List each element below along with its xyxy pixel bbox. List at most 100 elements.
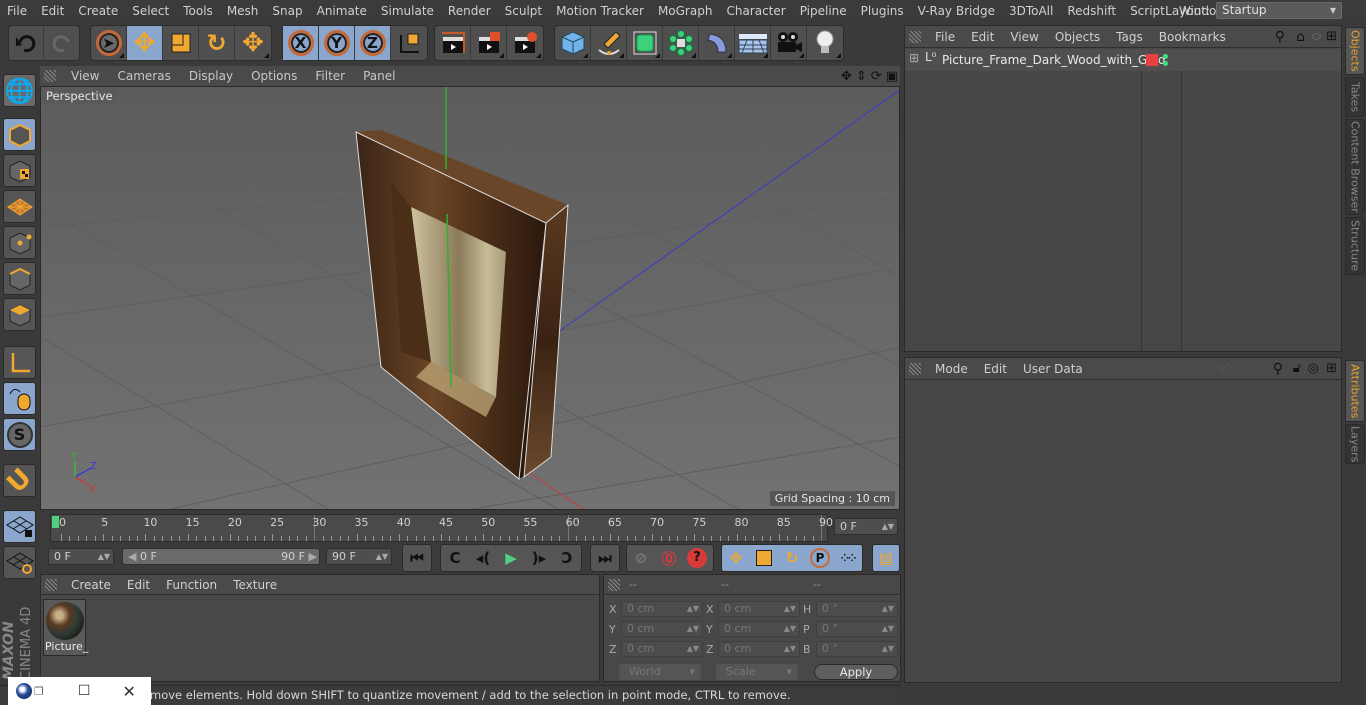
live-selection-button[interactable]: ➤ bbox=[91, 26, 127, 60]
autokeying-button[interactable]: ⓪ bbox=[655, 545, 683, 571]
polygons-mode-button[interactable] bbox=[3, 298, 36, 331]
editor-visibility-dot[interactable] bbox=[1163, 54, 1168, 59]
menu-snap[interactable]: Snap bbox=[265, 4, 309, 18]
bend-deformer-button[interactable] bbox=[699, 26, 735, 60]
target-icon[interactable]: ◎ bbox=[1308, 361, 1319, 376]
rotation-track-button[interactable]: ↻ bbox=[778, 545, 806, 571]
texture-mode-button[interactable] bbox=[3, 154, 36, 187]
render-visibility-dot[interactable] bbox=[1163, 61, 1168, 66]
spinner-icon[interactable]: ▲▼ bbox=[687, 602, 699, 616]
tweak-mode-button[interactable] bbox=[3, 382, 36, 415]
render-picture-viewer-button[interactable] bbox=[471, 26, 507, 60]
dolly-icon[interactable]: ⇕ bbox=[856, 69, 867, 84]
spinner-icon[interactable]: ▲▼ bbox=[376, 549, 388, 564]
panel-grip[interactable] bbox=[608, 578, 620, 591]
material-menu-create[interactable]: Create bbox=[63, 578, 119, 592]
tab-objects[interactable]: Objects bbox=[1345, 27, 1365, 75]
position-track-button[interactable]: ✥ bbox=[722, 545, 750, 571]
floor-button[interactable] bbox=[735, 26, 771, 60]
object-row[interactable]: ⊞ L⁰ Picture_Frame_Dark_Wood_with_Gold bbox=[905, 49, 1341, 71]
size-mode-dropdown[interactable]: Scale bbox=[716, 664, 798, 680]
light-button[interactable] bbox=[807, 26, 843, 60]
material-swatch[interactable]: Picture_ bbox=[43, 599, 88, 656]
orbit-icon[interactable]: ⟳ bbox=[871, 69, 882, 84]
workplane-lock-button[interactable] bbox=[3, 510, 36, 543]
viewport-menu-display[interactable]: Display bbox=[180, 69, 242, 83]
object-name[interactable]: Picture_Frame_Dark_Wood_with_Gold bbox=[942, 53, 1166, 67]
coordinate-space-dropdown[interactable]: World bbox=[619, 664, 701, 680]
workplane-align-button[interactable] bbox=[3, 546, 36, 579]
spinner-icon[interactable]: ▲▼ bbox=[98, 549, 110, 564]
home-icon[interactable]: ⌂ bbox=[1296, 29, 1305, 45]
up-arrow-icon[interactable]: △ bbox=[1243, 361, 1253, 376]
timeline-ruler[interactable]: 0 5 10 15 20 25 30 35 40 45 50 55 60 65 70 75 80 85 90 bbox=[50, 514, 833, 542]
model-mode-button[interactable] bbox=[3, 118, 36, 151]
menu-redshift[interactable]: Redshift bbox=[1060, 4, 1123, 18]
material-menu-texture[interactable]: Texture bbox=[225, 578, 285, 592]
eye-icon[interactable]: ⬭ bbox=[1312, 30, 1321, 44]
am-menu-mode[interactable]: Mode bbox=[927, 362, 976, 376]
scale-track-button[interactable] bbox=[750, 545, 778, 571]
maximize-icon[interactable]: ☐ bbox=[78, 683, 91, 699]
viewport-menu-filter[interactable]: Filter bbox=[306, 69, 354, 83]
next-frame-button[interactable]: )▸ bbox=[525, 545, 553, 571]
layer-color-swatch[interactable] bbox=[1146, 54, 1158, 66]
undo-button[interactable] bbox=[9, 26, 45, 60]
panel-grip[interactable] bbox=[909, 362, 921, 375]
lock-icon[interactable]: 🔓︎ bbox=[1293, 361, 1301, 376]
previous-frame-button[interactable]: ◂( bbox=[469, 545, 497, 571]
point-level-track-button[interactable]: ⁘⁘ bbox=[834, 545, 862, 571]
om-menu-edit[interactable]: Edit bbox=[963, 30, 1002, 44]
tab-takes[interactable]: Takes bbox=[1345, 77, 1365, 117]
spinner-icon[interactable]: ▲▼ bbox=[784, 622, 796, 636]
menu-motion-tracker[interactable]: Motion Tracker bbox=[549, 4, 651, 18]
tab-structure[interactable]: Structure bbox=[1345, 217, 1365, 275]
expand-icon[interactable]: ⊞ bbox=[909, 51, 919, 65]
am-menu-edit[interactable]: Edit bbox=[976, 362, 1015, 376]
panel-grip[interactable] bbox=[909, 30, 921, 43]
coordinate-system-button[interactable] bbox=[391, 26, 427, 60]
rotate-button[interactable]: ↻ bbox=[199, 26, 235, 60]
record-active-button[interactable]: ⊘ bbox=[627, 545, 655, 571]
solo-mode-button[interactable]: S bbox=[3, 418, 36, 451]
tab-layers[interactable]: Layers bbox=[1345, 424, 1365, 464]
end-frame-field[interactable]: 90 F ▲▼ bbox=[326, 548, 392, 565]
apply-button[interactable]: Apply bbox=[814, 664, 898, 680]
range-left-arrow-icon[interactable]: ◀ bbox=[128, 550, 136, 563]
menu-vray-bridge[interactable]: V-Ray Bridge bbox=[911, 4, 1002, 18]
keyframe-selection-button[interactable]: ? bbox=[683, 545, 711, 571]
menu-mesh[interactable]: Mesh bbox=[220, 4, 266, 18]
position-y-field[interactable]: 0 cm ▲▼ bbox=[621, 621, 703, 637]
play-button[interactable]: ▶ bbox=[497, 545, 525, 571]
menu-simulate[interactable]: Simulate bbox=[374, 4, 441, 18]
camera-name-label[interactable]: Perspective bbox=[42, 88, 117, 104]
spinner-icon[interactable]: ▲▼ bbox=[687, 642, 699, 656]
spinner-icon[interactable]: ▲▼ bbox=[882, 602, 894, 616]
tab-attributes[interactable]: Attributes bbox=[1345, 360, 1365, 422]
viewport-menu-cameras[interactable]: Cameras bbox=[108, 69, 179, 83]
start-frame-field[interactable]: 0 F ▲▼ bbox=[48, 548, 114, 565]
search-icon[interactable]: ⚲ bbox=[1275, 29, 1285, 45]
timeline-window-button[interactable]: ▤ bbox=[873, 545, 899, 571]
axis-mode-button[interactable] bbox=[3, 346, 36, 379]
workplane-mode-button[interactable] bbox=[3, 190, 36, 223]
next-key-button[interactable]: Ↄ bbox=[553, 545, 581, 571]
material-menu-edit[interactable]: Edit bbox=[119, 578, 158, 592]
cube-button[interactable] bbox=[555, 26, 591, 60]
position-z-field[interactable]: 0 cm ▲▼ bbox=[621, 641, 703, 657]
y-axis-lock-button[interactable]: Y bbox=[319, 26, 355, 60]
previous-key-button[interactable]: C bbox=[441, 545, 469, 571]
menu-animate[interactable]: Animate bbox=[310, 4, 374, 18]
spinner-icon[interactable]: ▲▼ bbox=[784, 642, 796, 656]
spinner-icon[interactable]: ▲▼ bbox=[882, 622, 894, 636]
z-axis-lock-button[interactable]: Z bbox=[355, 26, 391, 60]
viewport-menu-panel[interactable]: Panel bbox=[354, 69, 404, 83]
playhead-marker[interactable] bbox=[52, 516, 59, 528]
snap-button[interactable]: U bbox=[1, 462, 37, 498]
om-menu-objects[interactable]: Objects bbox=[1047, 30, 1108, 44]
current-frame-field[interactable]: 0 F ▲▼ bbox=[834, 518, 898, 535]
menu-select[interactable]: Select bbox=[125, 4, 176, 18]
back-arrow-icon[interactable]: ◁◇ bbox=[1213, 361, 1233, 376]
spinner-icon[interactable]: ▲▼ bbox=[784, 602, 796, 616]
spinner-icon[interactable]: ▲▼ bbox=[882, 519, 894, 534]
